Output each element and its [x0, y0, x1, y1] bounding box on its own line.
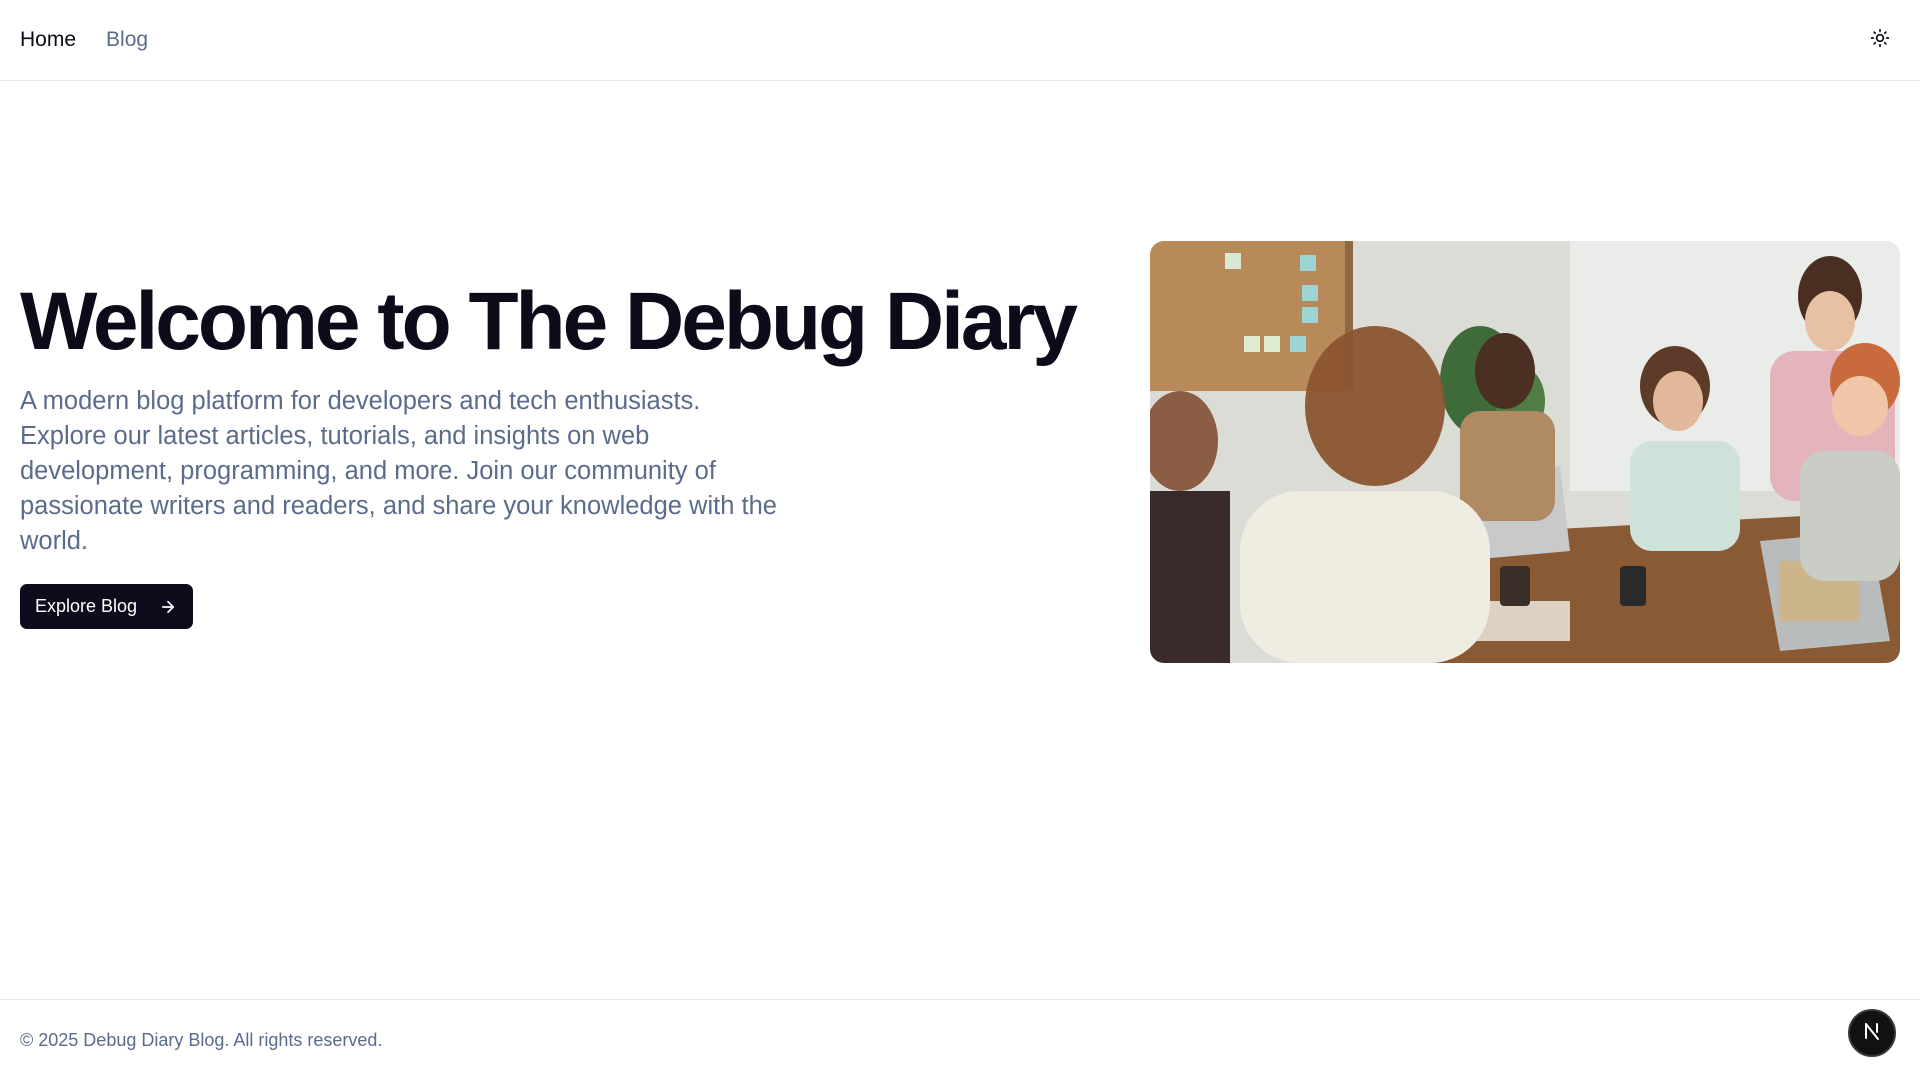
- site-header: Home Blog: [0, 0, 1920, 81]
- hero-description: A modern blog platform for developers an…: [20, 387, 777, 555]
- theme-toggle-button[interactable]: [1866, 26, 1894, 54]
- page: Home Blog Welcome to The Debug Diary A m…: [0, 0, 1920, 1080]
- arrow-right-icon: [159, 598, 177, 616]
- site-footer: © 2025 Debug Diary Blog. All rights rese…: [0, 999, 1920, 1080]
- nav-blog-link[interactable]: Blog: [106, 28, 148, 52]
- main-nav: Home Blog: [20, 28, 148, 52]
- copyright-text: © 2025 Debug Diary Blog. All rights rese…: [20, 1029, 383, 1050]
- explore-blog-label: Explore Blog: [35, 596, 138, 616]
- sun-icon: [1870, 28, 1890, 53]
- dev-tools-badge[interactable]: [1848, 1009, 1896, 1057]
- hero-title: Welcome to The Debug Diary: [20, 276, 1078, 367]
- explore-blog-button[interactable]: Explore Blog: [20, 584, 194, 629]
- hero-image: [1150, 241, 1900, 663]
- nav-home-link[interactable]: Home: [20, 28, 76, 52]
- hero-section: Welcome to The Debug Diary A modern blog…: [20, 272, 1080, 629]
- n-icon: [1862, 1021, 1882, 1046]
